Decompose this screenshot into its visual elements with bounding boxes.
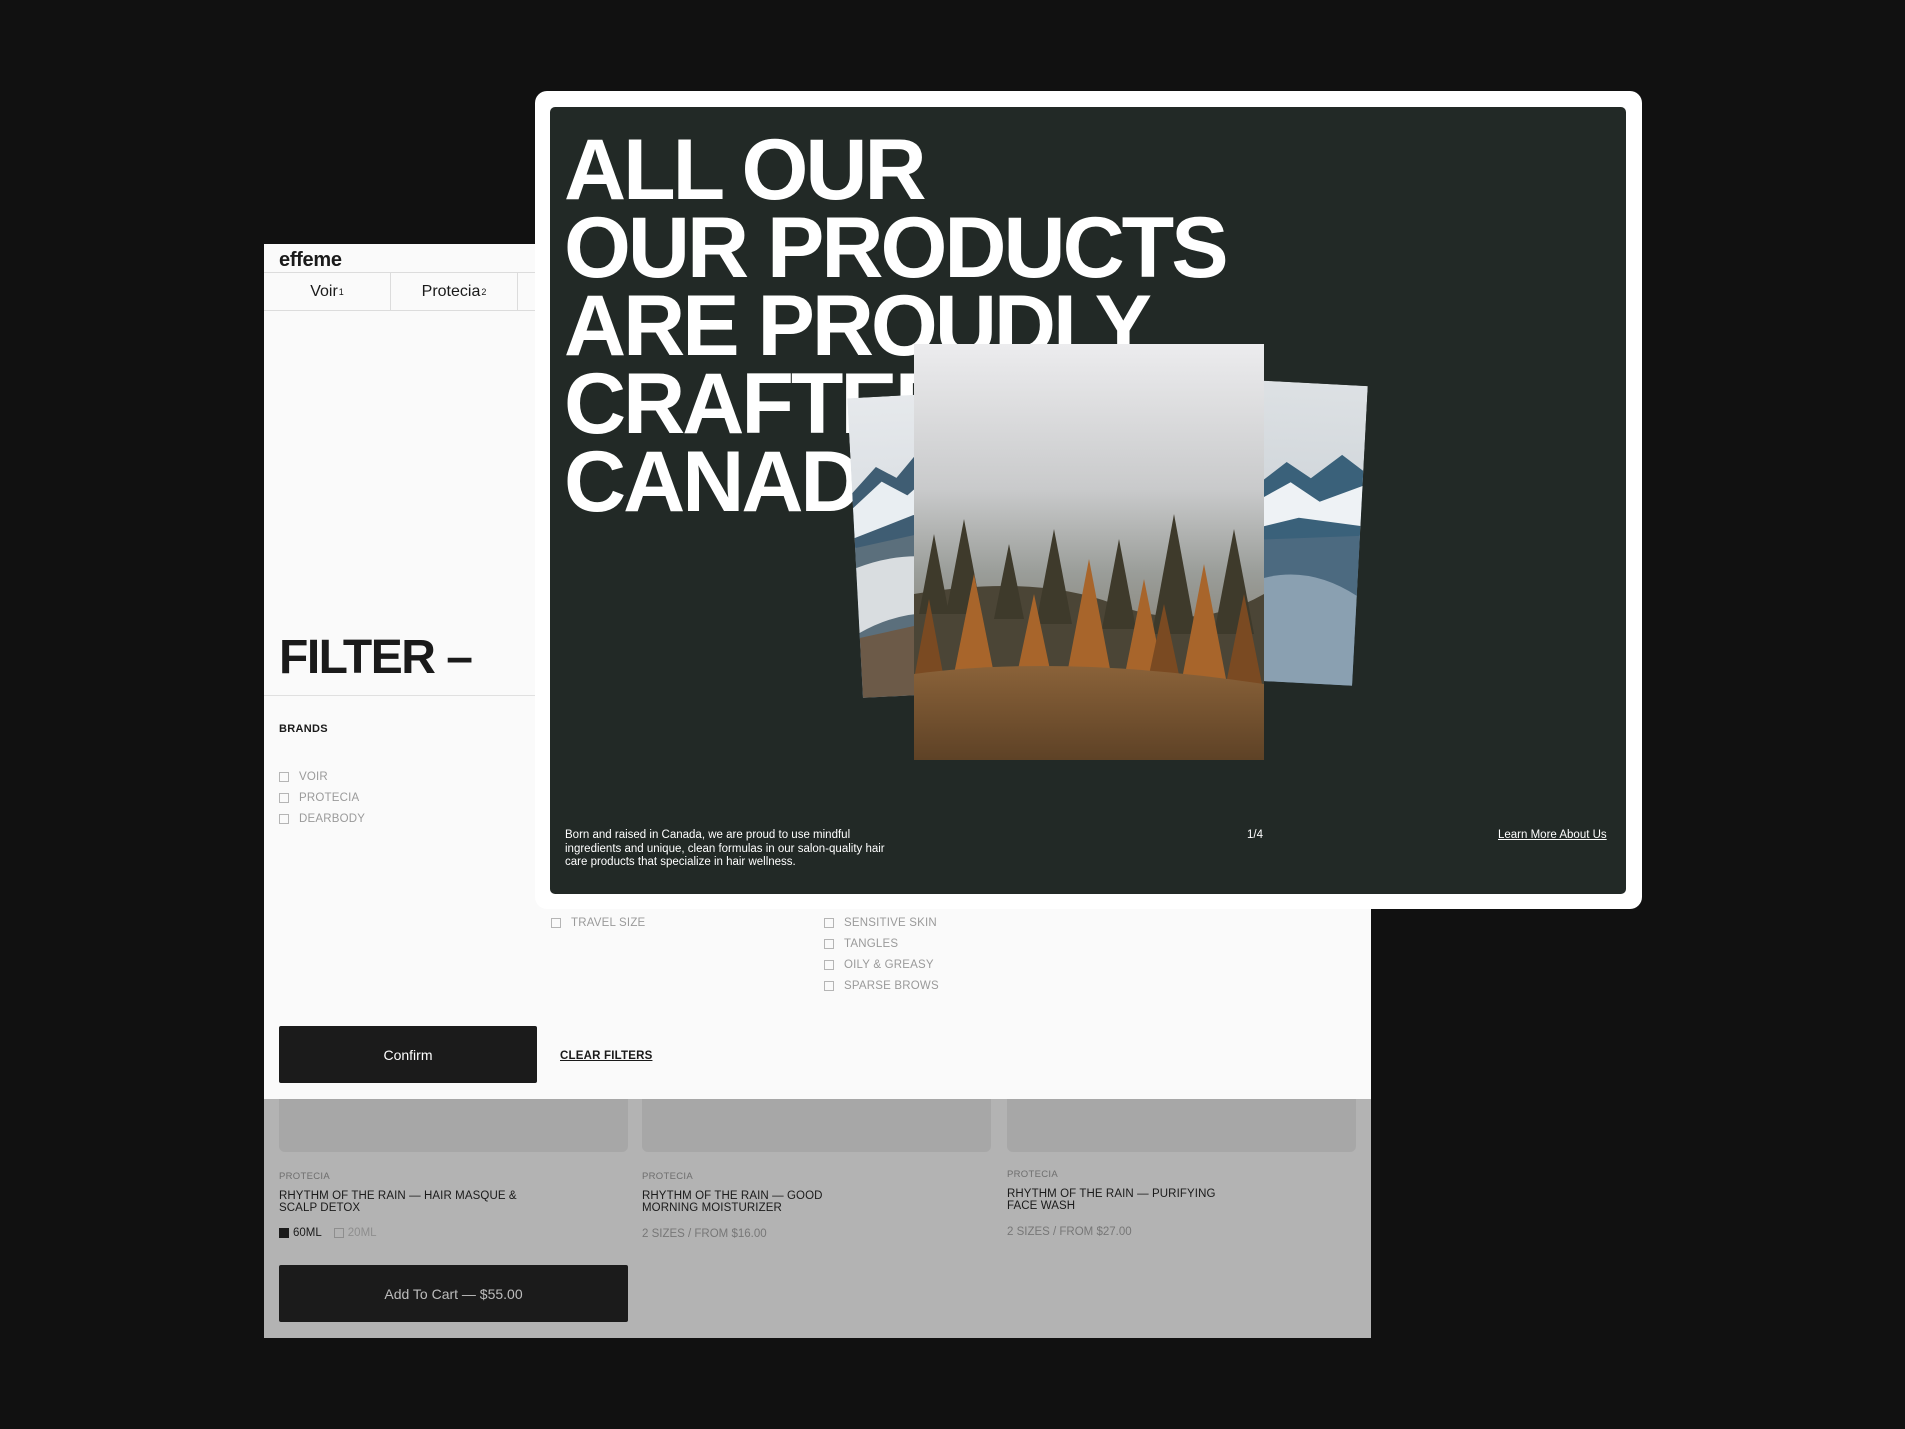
filter-option-tangles[interactable]: TANGLES <box>824 933 939 954</box>
confirm-button[interactable]: Confirm <box>279 1026 537 1083</box>
option-label: OILY & GREASY <box>844 958 934 971</box>
brand-logo[interactable]: effeme <box>279 249 342 272</box>
clear-filters-link[interactable]: CLEAR FILTERS <box>560 1050 652 1062</box>
size-option-list: TRAVEL SIZE <box>551 912 645 933</box>
hero-banner: ALL OUR OUR PRODUCTS ARE PROUDLY CRAFTED… <box>550 107 1626 894</box>
headline-line: ALL OUR <box>564 122 927 218</box>
product-image[interactable] <box>279 1099 628 1152</box>
size-label: 20ML <box>347 1227 377 1239</box>
filter-option-protecia[interactable]: PROTECIA <box>279 787 365 808</box>
nav-item-label: Voir <box>310 283 338 300</box>
size-option-60ml[interactable]: 60ML <box>279 1227 322 1239</box>
brands-heading: BRANDS <box>279 723 328 735</box>
headline-line: OUR PRODUCTS <box>564 200 1229 296</box>
checkbox[interactable] <box>824 980 834 991</box>
option-label: DEARBODY <box>299 812 366 825</box>
nav-item-voir[interactable]: Voir 1 <box>264 273 391 311</box>
concern-option-list: SENSITIVE SKIN TANGLES OILY & GREASY SPA… <box>824 912 939 996</box>
checkbox[interactable] <box>824 938 834 949</box>
product-meta: 2 SIZES / FROM $27.00 <box>1007 1226 1132 1238</box>
slide-counter: 1/4 <box>1247 829 1263 841</box>
product-brand: PROTECIA <box>279 1171 330 1182</box>
checkbox[interactable] <box>824 959 834 970</box>
filter-option-travel-size[interactable]: TRAVEL SIZE <box>551 912 645 933</box>
product-meta: 2 SIZES / FROM $16.00 <box>642 1228 767 1240</box>
nav-item-index: 2 <box>481 287 487 297</box>
checkbox[interactable] <box>279 771 289 782</box>
product-brand: PROTECIA <box>642 1171 693 1182</box>
option-label: TRAVEL SIZE <box>571 916 646 929</box>
nav-item-label: Protecia <box>421 283 481 300</box>
filter-option-voir[interactable]: VOIR <box>279 766 365 787</box>
radio-unselected <box>333 1228 344 1238</box>
option-label: PROTECIA <box>299 791 360 804</box>
learn-more-link[interactable]: Learn More About Us <box>1498 829 1607 841</box>
checkbox[interactable] <box>279 813 289 824</box>
option-label: SPARSE BROWS <box>844 979 939 992</box>
filter-title[interactable]: FILTER – <box>279 630 473 685</box>
size-label: 60ML <box>293 1227 322 1239</box>
filter-option-sensitive-skin[interactable]: SENSITIVE SKIN <box>824 912 939 933</box>
brands-option-list: VOIR PROTECIA DEARBODY <box>279 766 365 829</box>
radio-selected <box>279 1228 289 1238</box>
add-to-cart-button[interactable]: Add To Cart — $55.00 <box>279 1265 628 1322</box>
product-name[interactable]: RHYTHM OF THE RAIN — GOOD MORNING MOISTU… <box>642 1190 882 1214</box>
product-brand: PROTECIA <box>1007 1169 1058 1180</box>
filter-option-oily-greasy[interactable]: OILY & GREASY <box>824 954 939 975</box>
filter-option-dearbody[interactable]: DEARBODY <box>279 808 365 829</box>
product-name[interactable]: RHYTHM OF THE RAIN — PURIFYING FACE WASH <box>1007 1188 1247 1212</box>
size-option-20ml[interactable]: 20ML <box>333 1227 377 1239</box>
checkbox[interactable] <box>824 917 834 928</box>
checkbox[interactable] <box>279 792 289 803</box>
filter-option-sparse-brows[interactable]: SPARSE BROWS <box>824 975 939 996</box>
checkbox[interactable] <box>551 917 561 928</box>
product-image[interactable] <box>1007 1099 1356 1152</box>
product-name[interactable]: RHYTHM OF THE RAIN — HAIR MASQUE & SCALP… <box>279 1190 519 1214</box>
product-grid: PROTECIA RHYTHM OF THE RAIN — HAIR MASQU… <box>264 1099 1371 1338</box>
option-label: SENSITIVE SKIN <box>844 916 937 929</box>
hero-description: Born and raised in Canada, we are proud … <box>565 829 885 868</box>
product-image[interactable] <box>642 1099 991 1152</box>
option-label: TANGLES <box>844 937 899 950</box>
nav-item-protecia[interactable]: Protecia 2 <box>391 273 518 311</box>
forest-photo[interactable] <box>914 344 1264 760</box>
size-selector: 60ML 20ML <box>279 1227 377 1239</box>
option-label: VOIR <box>299 770 328 783</box>
nav-item-index: 1 <box>338 287 344 297</box>
